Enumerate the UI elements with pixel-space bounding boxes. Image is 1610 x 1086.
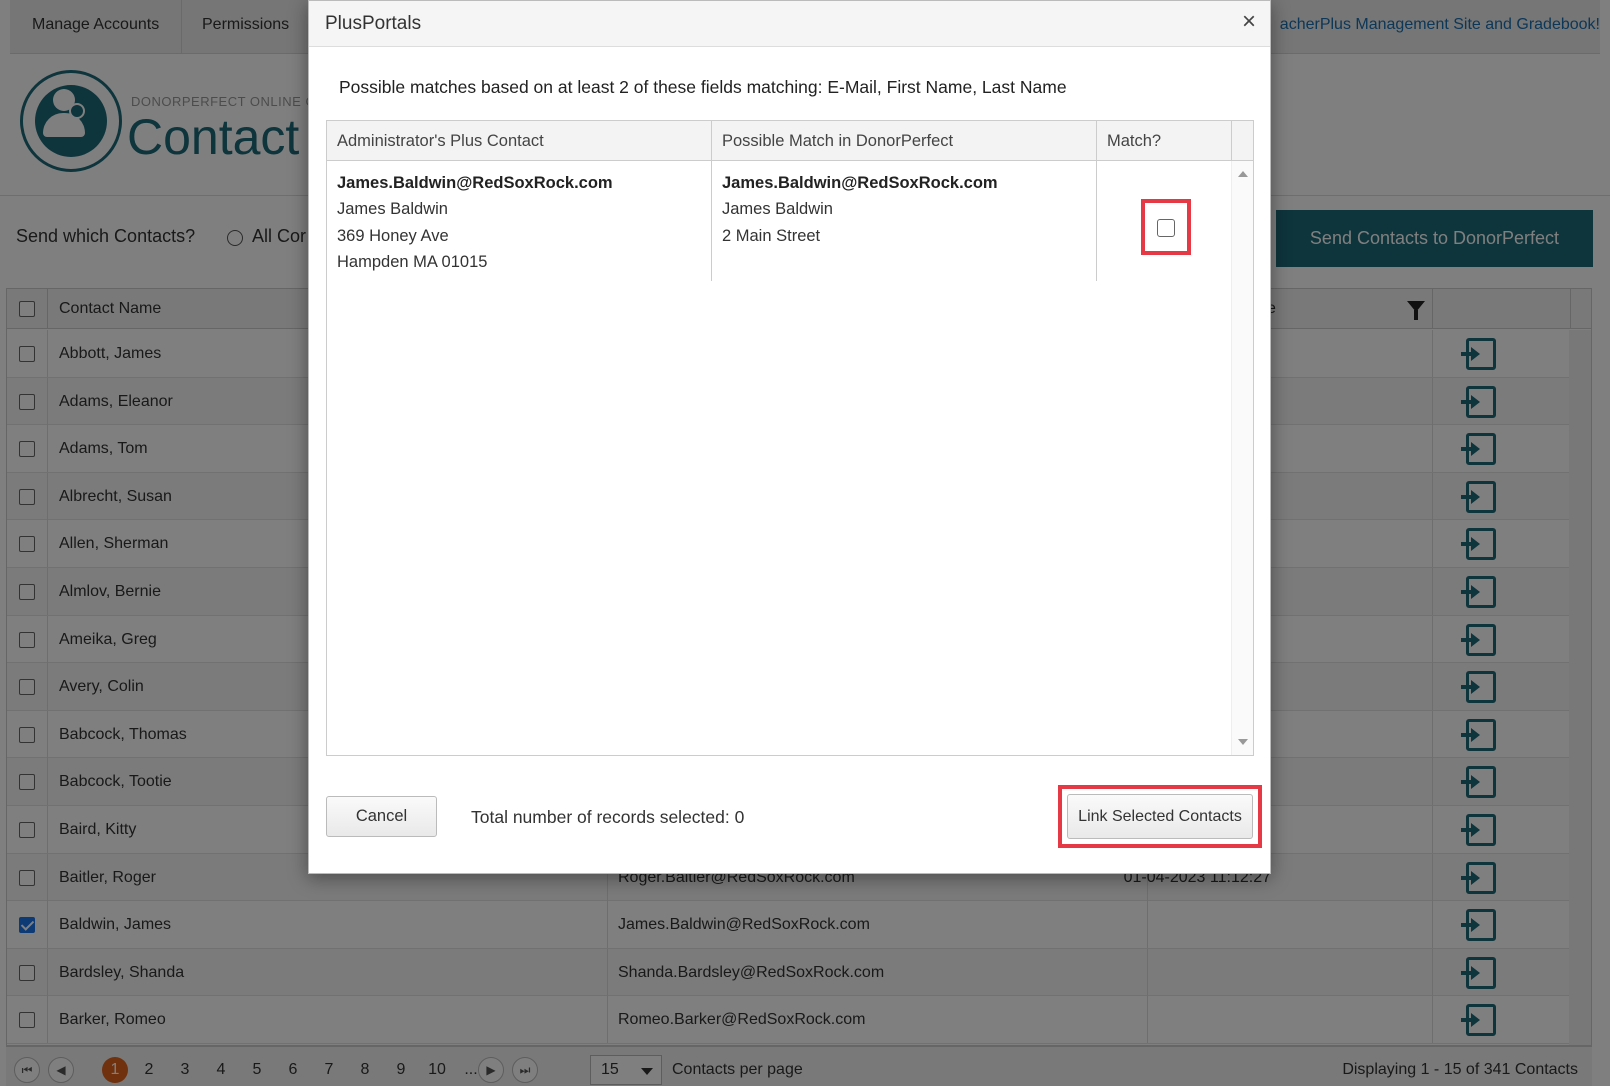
donorperfect-contact-cell: James.Baldwin@RedSoxRock.com James Baldw… [712,161,1097,281]
admin-city: Hampden MA 01015 [337,253,488,272]
admin-address: 369 Honey Ave [337,226,449,245]
link-button-highlight: Link Selected Contacts [1058,785,1262,848]
match-row: James.Baldwin@RedSoxRock.com James Baldw… [327,161,1231,281]
dialog-header: PlusPortals × [309,1,1270,47]
link-selected-contacts-button[interactable]: Link Selected Contacts [1067,794,1253,839]
match-table-scrollbar[interactable] [1231,161,1253,755]
close-icon[interactable]: × [1242,10,1256,34]
dp-email: James.Baldwin@RedSoxRock.com [722,174,998,192]
scroll-down-icon[interactable] [1238,739,1248,745]
admin-contact-cell: James.Baldwin@RedSoxRock.com James Baldw… [327,161,712,281]
dialog-title: PlusPortals [325,13,422,34]
admin-name: James Baldwin [337,200,448,219]
match-checkbox-highlight [1141,199,1191,255]
col-possible-match: Possible Match in DonorPerfect [712,121,1097,161]
match-checkbox[interactable] [1157,219,1175,237]
total-selected-label: Total number of records selected: 0 [471,807,745,827]
dp-address: 2 Main Street [722,226,821,245]
match-table-header: Administrator's Plus Contact Possible Ma… [327,121,1253,161]
match-description: Possible matches based on at least 2 of … [339,77,1067,97]
admin-email: James.Baldwin@RedSoxRock.com [337,174,613,192]
col-admin-contact: Administrator's Plus Contact [327,121,712,161]
scroll-up-icon[interactable] [1238,171,1248,177]
col-match: Match? [1097,121,1232,161]
match-table: Administrator's Plus Contact Possible Ma… [326,120,1254,756]
cancel-button[interactable]: Cancel [326,796,437,837]
dp-name: James Baldwin [722,200,833,219]
match-dialog: PlusPortals × Possible matches based on … [308,0,1271,874]
